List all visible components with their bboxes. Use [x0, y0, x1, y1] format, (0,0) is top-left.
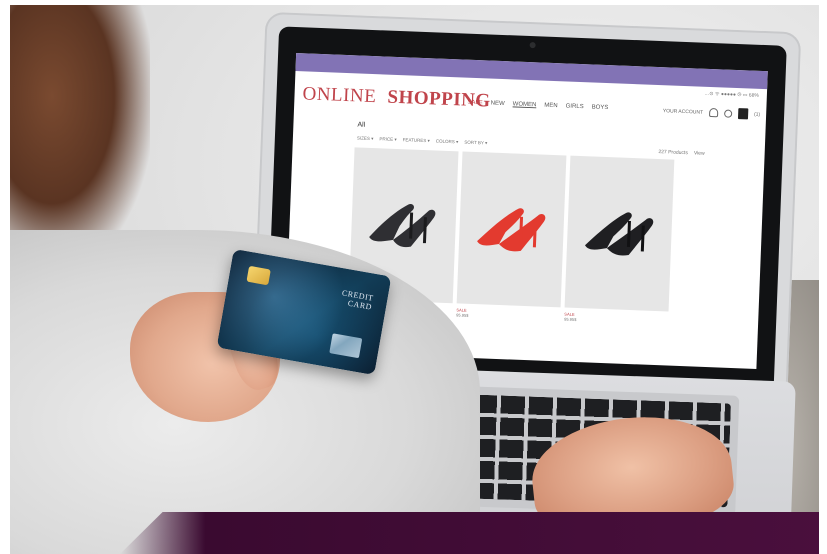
nav-item-sale[interactable]: SALE — [467, 100, 483, 107]
filter-features[interactable]: FEATURES ▾ — [403, 137, 430, 144]
product-price: 95.95$ — [456, 312, 469, 318]
logo-text-online: ONLINE — [302, 83, 377, 108]
high-heel-shoe-icon — [369, 204, 436, 248]
site-logo[interactable]: ONLINE SHOPPING — [302, 83, 491, 112]
nav-item-girls[interactable]: GIRLS — [566, 103, 584, 110]
product-meta: SALE 95.95$ — [456, 307, 469, 317]
product-price: 95.95$ — [564, 316, 577, 323]
credit-card-label: CREDIT CARD — [328, 286, 374, 311]
page-heading: All — [357, 121, 366, 129]
photo: …⊙ ᯤ ●●●●● ⧁ ▭ 68% ONLINE SHOPPING SALE … — [0, 0, 827, 554]
filters-bar: SIZES ▾ PRICE ▾ FEATURES ▾ COLORS ▾ SORT… — [357, 135, 488, 146]
nav-item-women[interactable]: WOMEN — [513, 101, 537, 108]
nav-item-new[interactable]: NEW — [491, 101, 505, 108]
product-meta: SALE 95.95$ — [564, 312, 577, 322]
account-label[interactable]: YOUR ACCOUNT — [663, 108, 703, 116]
product-card[interactable]: SALE 95.95$ — [564, 155, 675, 322]
nav-item-boys[interactable]: BOYS — [592, 104, 609, 111]
product-card[interactable]: SALE 95.95$ — [456, 151, 567, 318]
photo-frame-right — [819, 0, 827, 554]
view-toggle[interactable]: View — [694, 150, 705, 156]
products-count: 227 Products — [658, 149, 688, 157]
card-chip-icon — [246, 265, 271, 286]
shopping-bag-icon[interactable] — [737, 108, 749, 120]
site-header: ONLINE SHOPPING SALE NEW WOMEN MEN GIRLS… — [302, 81, 761, 129]
high-heel-shoe-icon — [477, 208, 546, 252]
photo-frame-left — [0, 0, 10, 554]
filter-sort-by[interactable]: SORT BY ▾ — [464, 140, 487, 147]
account-area: YOUR ACCOUNT (1) — [663, 105, 761, 120]
bottom-accent-band — [120, 512, 827, 554]
cart-count: (1) — [753, 111, 761, 118]
filter-sizes[interactable]: SIZES ▾ — [357, 135, 374, 142]
search-icon[interactable] — [723, 109, 733, 118]
camera-icon — [529, 42, 536, 49]
user-icon[interactable] — [708, 107, 719, 118]
person-hair — [10, 5, 150, 265]
high-heel-shoe-icon — [584, 212, 654, 256]
card-hologram-icon — [329, 333, 363, 359]
filter-price[interactable]: PRICE ▾ — [379, 136, 396, 143]
nav-item-men[interactable]: MEN — [544, 103, 558, 110]
photo-frame-top — [0, 0, 827, 5]
products-meta: 227 Products View — [658, 149, 704, 157]
filter-colors[interactable]: COLORS ▾ — [436, 138, 459, 145]
